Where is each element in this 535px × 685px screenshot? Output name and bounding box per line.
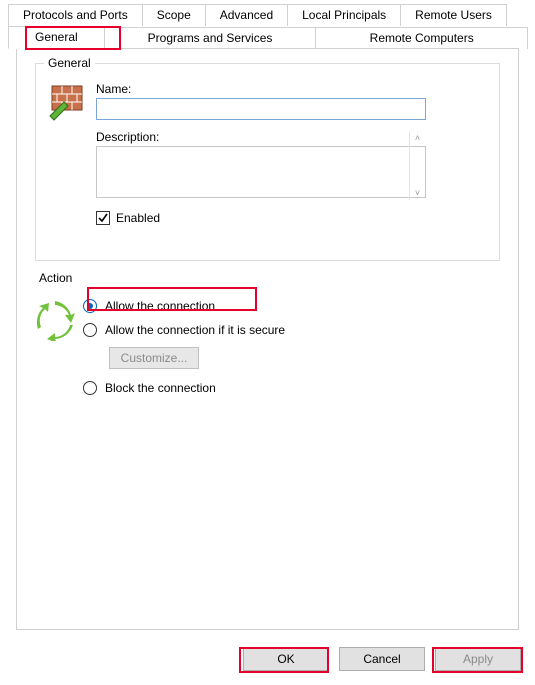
- name-input[interactable]: [96, 98, 426, 120]
- radio-allow[interactable]: [83, 299, 97, 313]
- apply-button[interactable]: Apply: [435, 647, 521, 671]
- name-label: Name:: [96, 82, 487, 96]
- radio-allow-label: Allow the connection: [105, 299, 215, 313]
- description-input[interactable]: [96, 146, 426, 198]
- tab-scope[interactable]: Scope: [142, 4, 206, 26]
- group-general: General: [35, 63, 500, 261]
- recycle-icon: [35, 297, 83, 344]
- firewall-rule-properties-dialog: Protocols and Ports Scope Advanced Local…: [0, 0, 535, 685]
- tab-advanced[interactable]: Advanced: [205, 4, 288, 26]
- tab-remote-users[interactable]: Remote Users: [400, 4, 507, 26]
- scroll-down-icon[interactable]: ˅: [415, 188, 420, 198]
- tab-programs-and-services[interactable]: Programs and Services: [104, 27, 317, 49]
- description-scrollbar[interactable]: ˄ ˅: [409, 131, 425, 200]
- enabled-checkbox[interactable]: [96, 211, 110, 225]
- group-action: Action Allow the connection: [35, 279, 500, 447]
- radio-allow-secure[interactable]: [83, 323, 97, 337]
- radio-block[interactable]: [83, 381, 97, 395]
- customize-button: Customize...: [109, 347, 199, 369]
- tab-strip: Protocols and Ports Scope Advanced Local…: [0, 0, 535, 631]
- radio-block-label: Block the connection: [105, 381, 216, 395]
- scroll-up-icon[interactable]: ˄: [415, 133, 420, 143]
- radio-allow-secure-label: Allow the connection if it is secure: [105, 323, 285, 337]
- group-general-legend: General: [44, 56, 95, 70]
- description-label: Description:: [96, 130, 426, 144]
- tab-page-general: General: [16, 48, 519, 630]
- group-action-legend: Action: [35, 271, 76, 285]
- tab-protocols-and-ports[interactable]: Protocols and Ports: [8, 4, 143, 26]
- cancel-button[interactable]: Cancel: [339, 647, 425, 671]
- firewall-icon: [48, 82, 96, 127]
- enabled-label: Enabled: [116, 211, 160, 225]
- tab-local-principals[interactable]: Local Principals: [287, 4, 401, 26]
- dialog-button-bar: OK Cancel Apply: [243, 647, 521, 671]
- tab-remote-computers[interactable]: Remote Computers: [315, 27, 528, 49]
- tab-general[interactable]: General: [8, 26, 105, 49]
- ok-button[interactable]: OK: [243, 647, 329, 671]
